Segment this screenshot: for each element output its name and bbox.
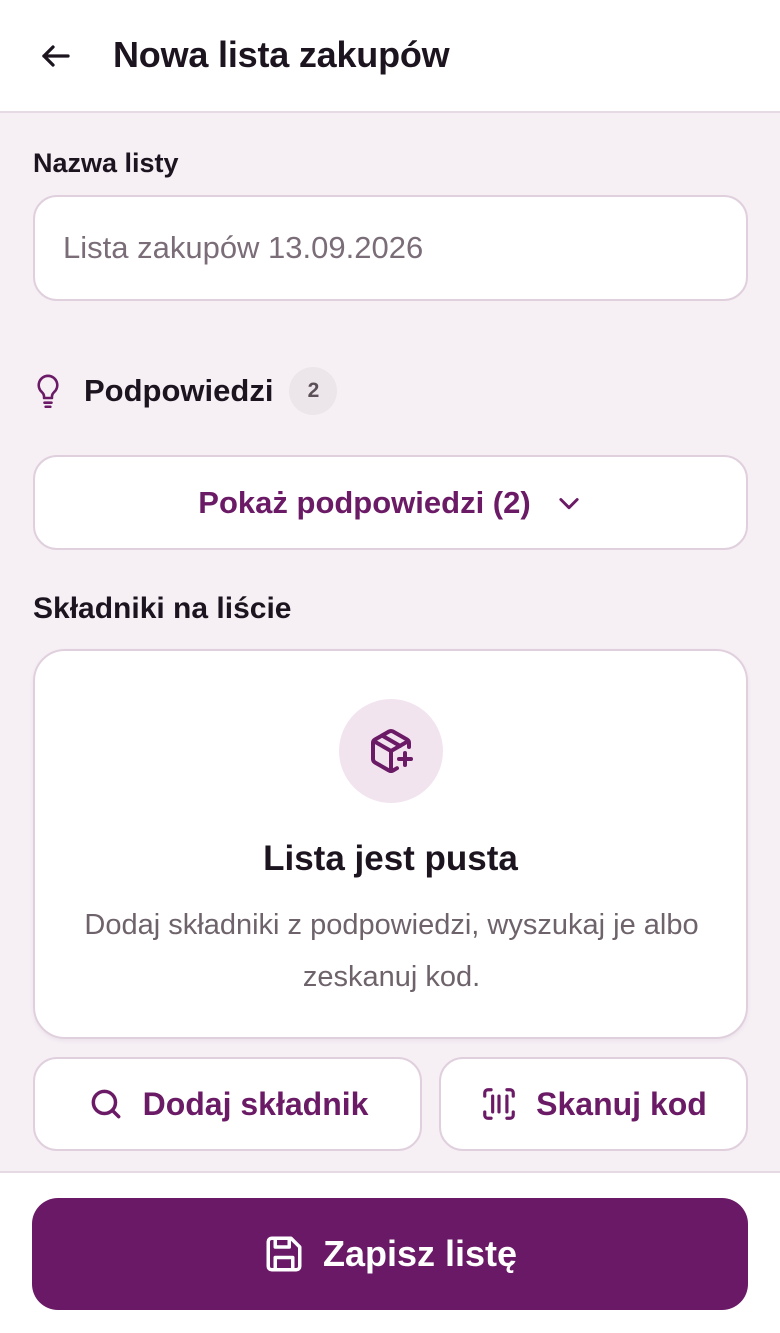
show-hints-label: Pokaż podpowiedzi (2) xyxy=(198,484,531,520)
items-section-label: Składniki na liście xyxy=(33,592,292,625)
save-list-label: Zapisz listę xyxy=(322,1233,518,1274)
hints-count-badge: 2 xyxy=(289,367,338,415)
arrow-left-icon xyxy=(42,45,70,67)
save-icon xyxy=(266,1236,302,1272)
page-title: Nowa lista zakupów xyxy=(113,34,450,75)
lightbulb-icon xyxy=(33,371,63,411)
search-icon xyxy=(91,1089,120,1119)
add-ingredient-button[interactable]: Dodaj składnik xyxy=(33,1057,422,1151)
hints-title: Podpowiedzi xyxy=(84,373,274,408)
list-name-input[interactable] xyxy=(33,195,748,301)
empty-list-card: Lista jest pusta Dodaj składniki z podpo… xyxy=(33,649,748,1039)
hints-header: Podpowiedzi 2 xyxy=(33,366,338,416)
scan-code-label: Skanuj kod xyxy=(536,1085,707,1122)
back-button[interactable] xyxy=(30,30,82,82)
empty-list-title: Lista jest pusta xyxy=(263,839,518,878)
footer-bar: Zapisz listę xyxy=(0,1171,780,1333)
app-header: Nowa lista zakupów xyxy=(0,0,780,113)
empty-icon-circle xyxy=(339,699,443,803)
add-ingredient-label: Dodaj składnik xyxy=(142,1085,369,1122)
scan-code-button[interactable]: Skanuj kod xyxy=(439,1057,748,1151)
package-plus-icon xyxy=(371,729,413,773)
show-hints-button[interactable]: Pokaż podpowiedzi (2) xyxy=(33,455,748,550)
empty-list-description: Dodaj składniki z podpowiedzi, wyszukaj … xyxy=(84,909,699,993)
chevron-down-icon xyxy=(559,497,579,509)
barcode-scan-icon xyxy=(483,1088,515,1120)
save-list-button[interactable]: Zapisz listę xyxy=(32,1198,748,1310)
list-name-label: Nazwa listy xyxy=(33,148,179,178)
